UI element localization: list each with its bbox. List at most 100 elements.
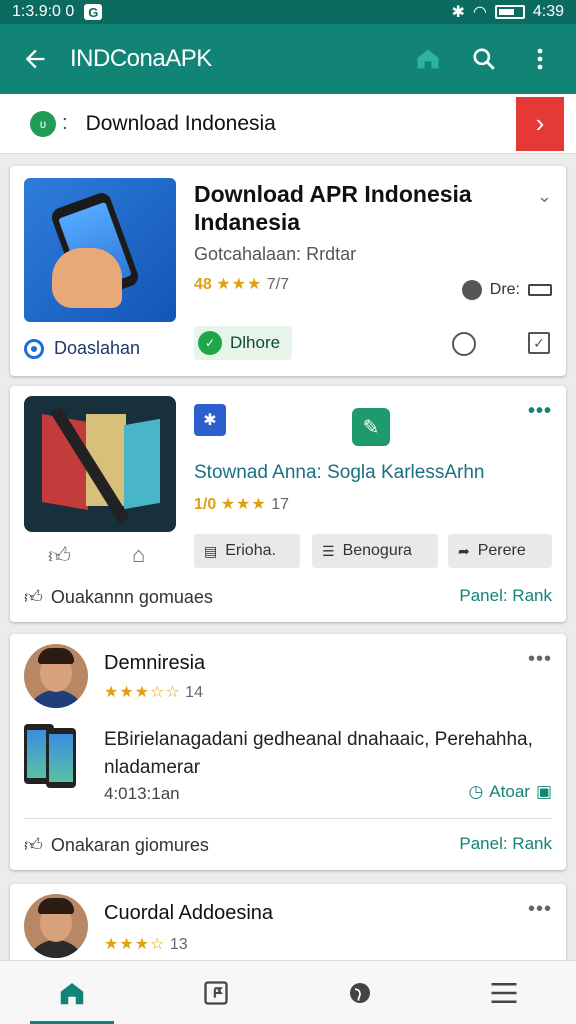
puzzle-badge-icon: ✱ [194,404,226,436]
home-icon [60,982,84,1004]
home-button[interactable] [414,45,442,73]
avatar [24,644,88,708]
search-icon [473,48,495,70]
nav-tab-home[interactable] [0,961,144,1024]
bookmark-icon[interactable]: ⌂ [132,542,145,568]
more-vert-icon [537,48,543,70]
storage-info: Dre: [461,280,552,300]
like-icon: 👍︎ [24,587,43,607]
reviewer-name: Cuordal Addoesina [104,902,274,924]
app-card-1[interactable]: Download APR Indonesia Indanesia ⌄ Gotca… [10,166,566,376]
square-icon: ▣ [535,782,552,801]
app-card-2[interactable]: ✱ ✎ ••• Stownad Anna: Sogla KarlessArhn … [10,386,566,622]
list-icon: ☰ [322,542,335,559]
status-clock: 4:39 [532,3,564,20]
arrow-left-icon [25,49,45,69]
chip-button-1[interactable]: ▤ Erioha. [194,534,300,568]
clock-icon: ◷ [468,782,484,801]
chevron-down-icon[interactable]: ⌄ [537,186,552,207]
bluetooth-icon: ✱ [451,4,465,21]
home-icon [417,49,439,69]
app-title: Stownad Anna: Sogla KarlessArhn [194,462,485,483]
avatar [24,894,88,958]
chat-bubble-icon: ʋ [30,110,56,137]
flag-icon [204,980,228,1005]
review-description: EBirielanagadani gedheanal dnahaaic, Per… [104,729,533,778]
overflow-menu-button[interactable] [526,45,554,73]
leaf-icon: ✓ [198,331,222,355]
banner-separator: : [62,112,68,134]
install-button[interactable]: ✓ Dlhore [194,326,293,360]
review-card-1[interactable]: Demniresia ★★★☆☆ 14 ••• EBirielanagadani… [10,634,566,870]
app-subtitle: Gotcahalaan: Rrdtar [194,244,357,264]
wifi-icon: ◠ [472,4,487,21]
globe-icon [350,982,370,1003]
card-footer[interactable]: 👍︎ Ouakannn gomuaes [24,586,213,608]
thumbs-up-icon[interactable]: 👍︎ [48,542,71,569]
chip-label: Erioha. [225,542,276,559]
edit-badge-icon: ✎ [352,408,390,446]
back-button[interactable] [0,45,70,73]
rating-value: 48 [194,276,212,293]
app-bar: INDConaAPK [0,24,576,94]
memory-chip-icon [528,284,552,296]
divider [24,818,552,819]
more-horiz-icon[interactable]: ••• [528,898,552,921]
share-button[interactable]: ➦ Perere [448,534,552,568]
rating-value: 1/0 [194,496,217,513]
card-footer[interactable]: 👍︎ Onakaran giomures [24,834,209,856]
chip-label: Perere [477,542,526,559]
star-icons: ★★★ [220,496,267,513]
chip-button-2[interactable]: ☰ Benogura [312,534,438,568]
rating-count: 13 [169,936,188,953]
footer-label: Ouakannn gomuaes [50,586,213,607]
nav-tab-explore[interactable] [288,961,432,1024]
app-title: INDConaAPK [70,45,212,72]
like-icon: 👍︎ [24,835,43,855]
rating-count: 14 [185,684,203,701]
banner-arrow-button[interactable]: › [516,96,564,151]
app-thumbnail-phone [24,178,176,322]
status-label: Atoar [489,782,530,801]
review-status[interactable]: ◷ Atoar ▣ [468,782,552,802]
chevron-right-icon: › [535,108,545,138]
star-icons: ★★★ [216,276,263,293]
download-link[interactable]: Doaslahan [24,338,140,359]
banner-text: Download Indonesia [85,111,276,135]
storage-label: Dre: [489,281,520,298]
rating-count: 7/7 [266,276,289,293]
star-icons: ★★★☆☆ [104,684,181,701]
radio-icon [24,338,44,359]
phones-thumbnail [24,724,90,788]
chip-label: Benogura [342,542,412,559]
footer-label: Onakaran giomures [50,834,209,855]
download-banner[interactable]: ʋ : Download Indonesia › [0,94,576,154]
rating-count: 17 [271,496,289,513]
search-button[interactable] [470,45,498,73]
comment-icon[interactable] [452,332,476,356]
hamburger-menu-icon [491,982,517,1003]
bottom-navigation [0,960,576,1024]
rank-link[interactable]: Panel: Rank [459,834,552,854]
app-rating: 1/0 ★★★ 17 [194,494,289,514]
review-time: 4:013:1an [104,784,180,803]
download-label: Doaslahan [54,338,141,358]
review-rating: ★★★☆ 13 [104,934,188,954]
book-icon: ▤ [204,542,218,559]
pie-chart-icon [461,280,482,300]
notification-icon: G [84,4,103,20]
status-bar: 1:3.9:0 0 G ✱ ◠ 4:39 [0,0,576,24]
nav-tab-menu[interactable] [432,961,576,1024]
more-horiz-icon[interactable]: ••• [528,400,552,423]
battery-icon [494,5,525,19]
app-title: Download APR Indonesia Indanesia [194,181,472,235]
checkbox-icon[interactable]: ✓ [528,332,550,354]
app-thumbnail-panels [24,396,176,532]
review-rating: ★★★☆☆ 14 [104,682,203,702]
rank-link[interactable]: Panel: Rank [459,586,552,606]
nav-tab-flag[interactable] [144,961,288,1024]
more-horiz-icon[interactable]: ••• [528,648,552,671]
status-time: 1:3.9:0 0 [12,3,75,20]
star-icons: ★★★☆ [104,936,166,953]
reviewer-name: Demniresia [104,652,206,674]
